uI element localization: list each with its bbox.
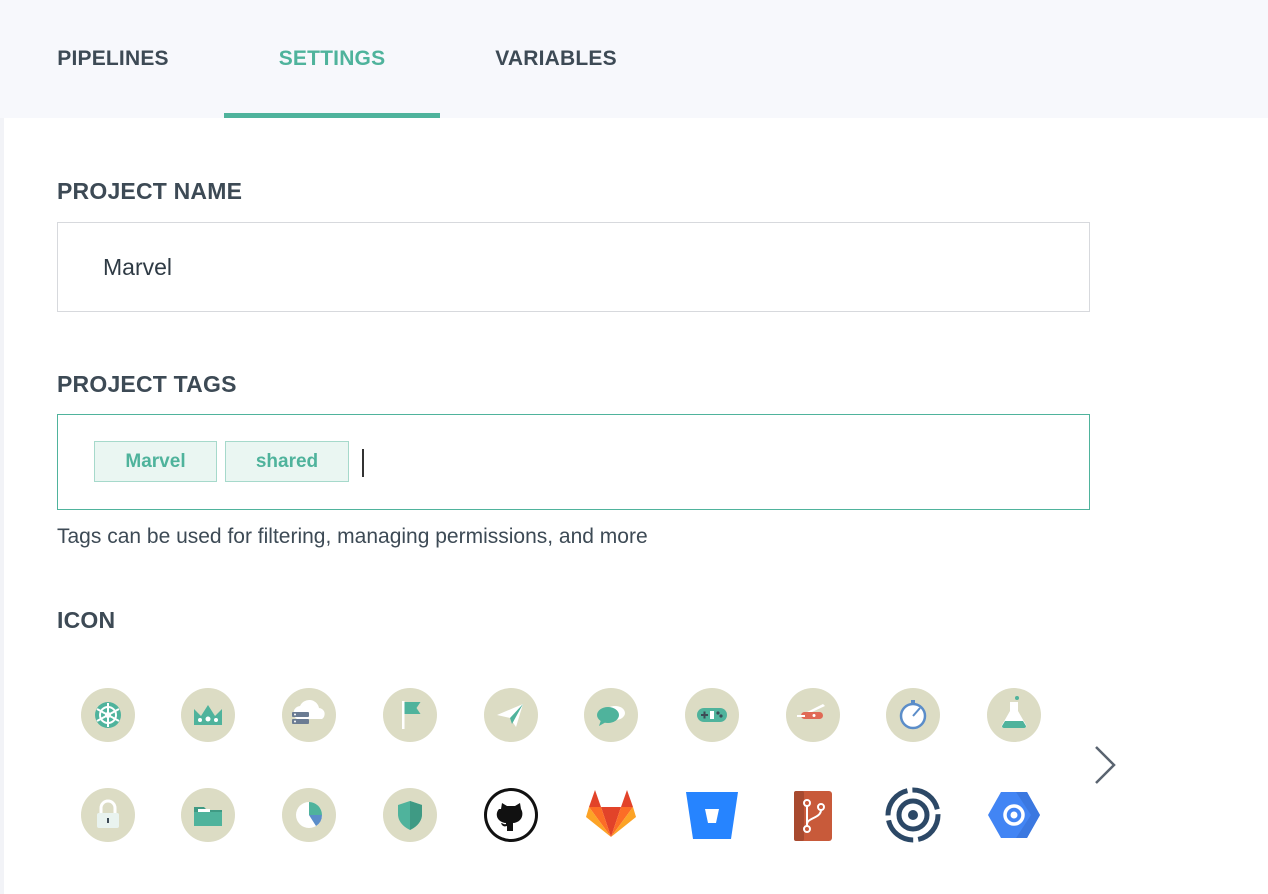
project-tags-label: PROJECT TAGS xyxy=(57,371,237,397)
paper-plane-icon[interactable] xyxy=(483,687,539,743)
stopwatch-icon[interactable] xyxy=(885,687,941,743)
tab-pipelines[interactable]: PIPELINES xyxy=(30,0,196,118)
bitbucket-icon[interactable] xyxy=(684,787,740,843)
tab-settings[interactable]: SETTINGS xyxy=(224,0,440,118)
tag-chip[interactable]: shared xyxy=(225,441,349,482)
chat-bubbles-icon[interactable] xyxy=(583,687,639,743)
pie-chart-icon[interactable] xyxy=(281,787,337,843)
text-caret xyxy=(362,449,364,477)
padlock-icon[interactable] xyxy=(80,787,136,843)
tag-chip[interactable]: Marvel xyxy=(94,441,217,482)
project-name-input[interactable] xyxy=(57,222,1090,312)
flask-icon[interactable] xyxy=(986,687,1042,743)
gitlab-icon[interactable] xyxy=(583,787,639,843)
folder-icon[interactable] xyxy=(180,787,236,843)
left-divider xyxy=(0,118,4,894)
project-tags-input[interactable]: Marvel shared xyxy=(57,414,1090,510)
google-cloud-icon[interactable] xyxy=(986,787,1042,843)
chevron-right-icon[interactable] xyxy=(1088,742,1122,788)
flag-icon[interactable] xyxy=(382,687,438,743)
github-icon[interactable] xyxy=(483,787,539,843)
shield-icon[interactable] xyxy=(382,787,438,843)
swiss-knife-icon[interactable] xyxy=(785,687,841,743)
tags-hint-text: Tags can be used for filtering, managing… xyxy=(57,525,648,548)
gamepad-icon[interactable] xyxy=(684,687,740,743)
kubernetes-helm-icon[interactable] xyxy=(80,687,136,743)
icon-section-label: ICON xyxy=(57,607,116,633)
tab-variables[interactable]: VARIABLES xyxy=(466,0,646,118)
top-navigation-bar: PIPELINES SETTINGS VARIABLES xyxy=(0,0,1268,118)
crown-icon[interactable] xyxy=(180,687,236,743)
project-name-label: PROJECT NAME xyxy=(57,178,243,204)
circular-target-icon[interactable] xyxy=(885,787,941,843)
git-repository-icon[interactable] xyxy=(785,787,841,843)
cloud-server-icon[interactable] xyxy=(281,687,337,743)
